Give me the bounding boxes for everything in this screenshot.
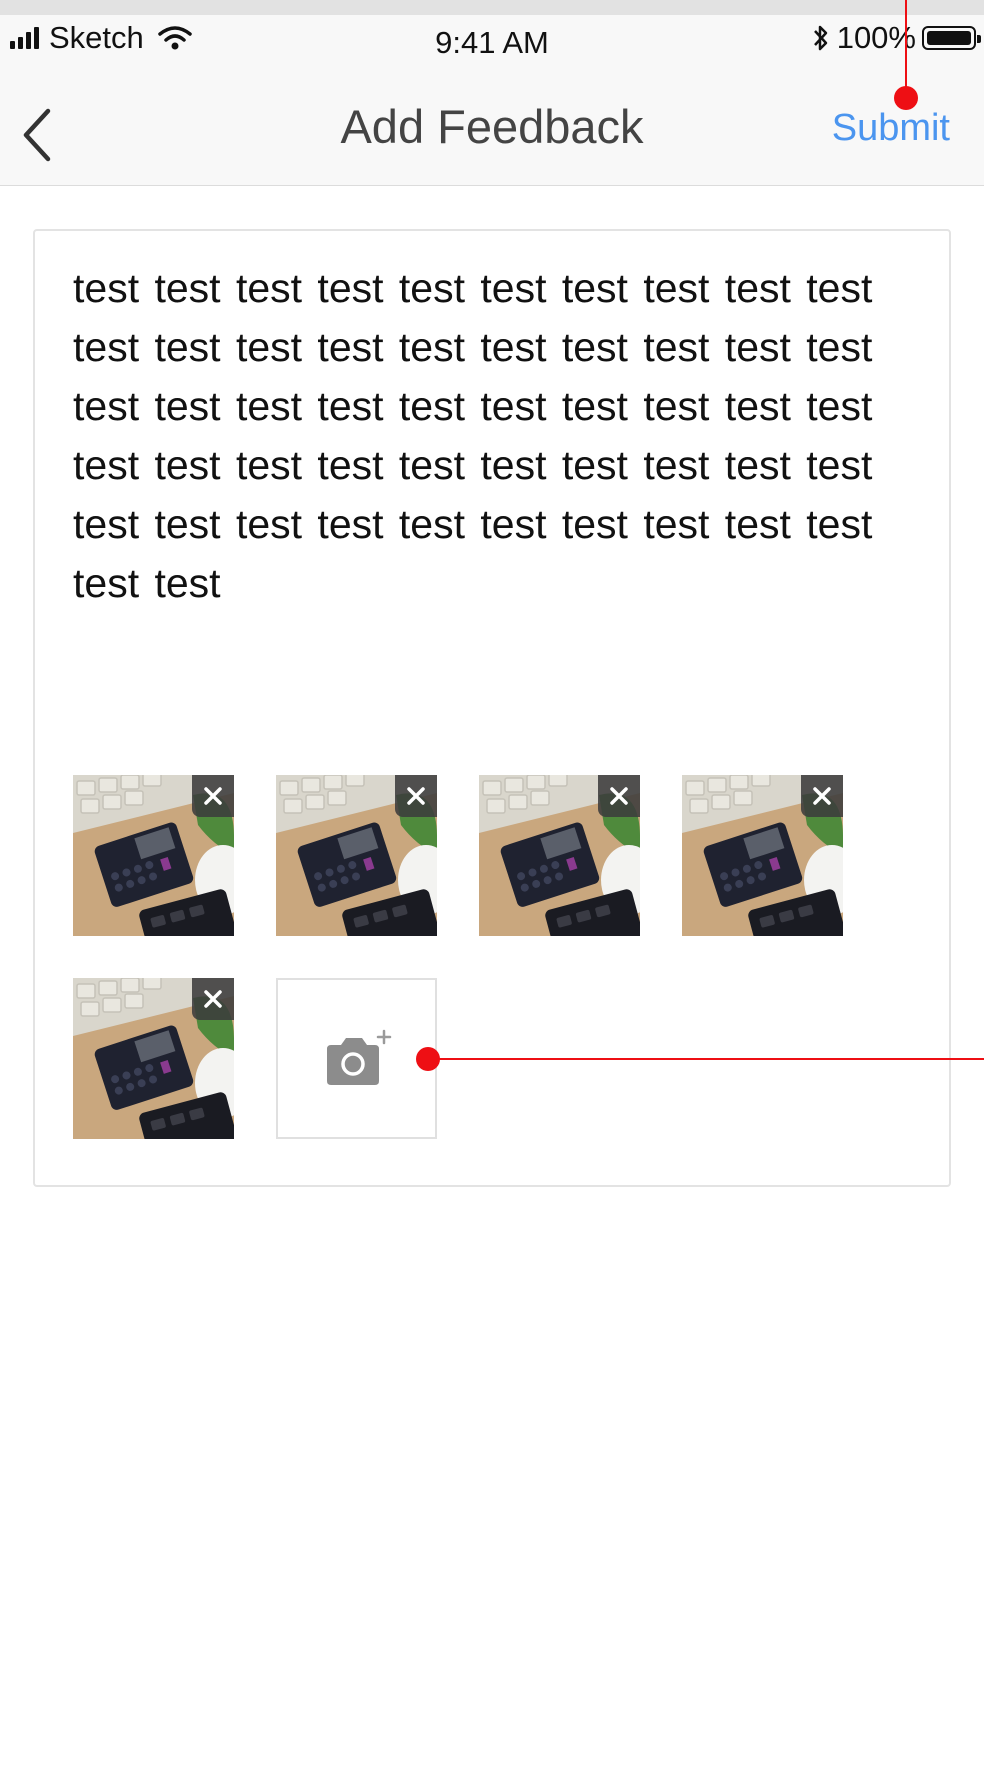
close-icon — [813, 787, 831, 805]
close-icon — [407, 787, 425, 805]
back-button[interactable] — [16, 103, 66, 167]
top-strip — [0, 0, 984, 15]
remove-photo-button[interactable] — [192, 978, 234, 1020]
add-photo-button[interactable] — [276, 978, 437, 1139]
annotation-line — [428, 1058, 984, 1060]
close-icon — [204, 787, 222, 805]
annotation-dot — [894, 86, 918, 110]
photo-thumbnail[interactable] — [479, 775, 640, 936]
chevron-left-icon — [23, 108, 51, 162]
feedback-card: test test test test test test test test … — [33, 229, 951, 1187]
annotation-dot — [416, 1047, 440, 1071]
submit-button[interactable]: Submit — [832, 107, 950, 150]
photo-thumbnail[interactable] — [73, 978, 234, 1139]
close-icon — [204, 990, 222, 1008]
remove-photo-button[interactable] — [192, 775, 234, 817]
annotation-line — [905, 0, 907, 98]
status-bar: Sketch 9:41 AM 100% — [0, 15, 984, 85]
status-right: 100% — [811, 20, 981, 55]
photo-thumbnail[interactable] — [682, 775, 843, 936]
close-icon — [610, 787, 628, 805]
camera-add-icon — [326, 1029, 391, 1085]
remove-photo-button[interactable] — [395, 775, 437, 817]
remove-photo-button[interactable] — [801, 775, 843, 817]
remove-photo-button[interactable] — [598, 775, 640, 817]
battery-icon — [922, 26, 981, 50]
bluetooth-icon — [813, 25, 827, 51]
photo-thumbnail[interactable] — [276, 775, 437, 936]
photo-thumbnail[interactable] — [73, 775, 234, 936]
feedback-textarea[interactable]: test test test test test test test test … — [73, 259, 873, 679]
navigation-bar: Add Feedback Submit — [0, 85, 984, 186]
